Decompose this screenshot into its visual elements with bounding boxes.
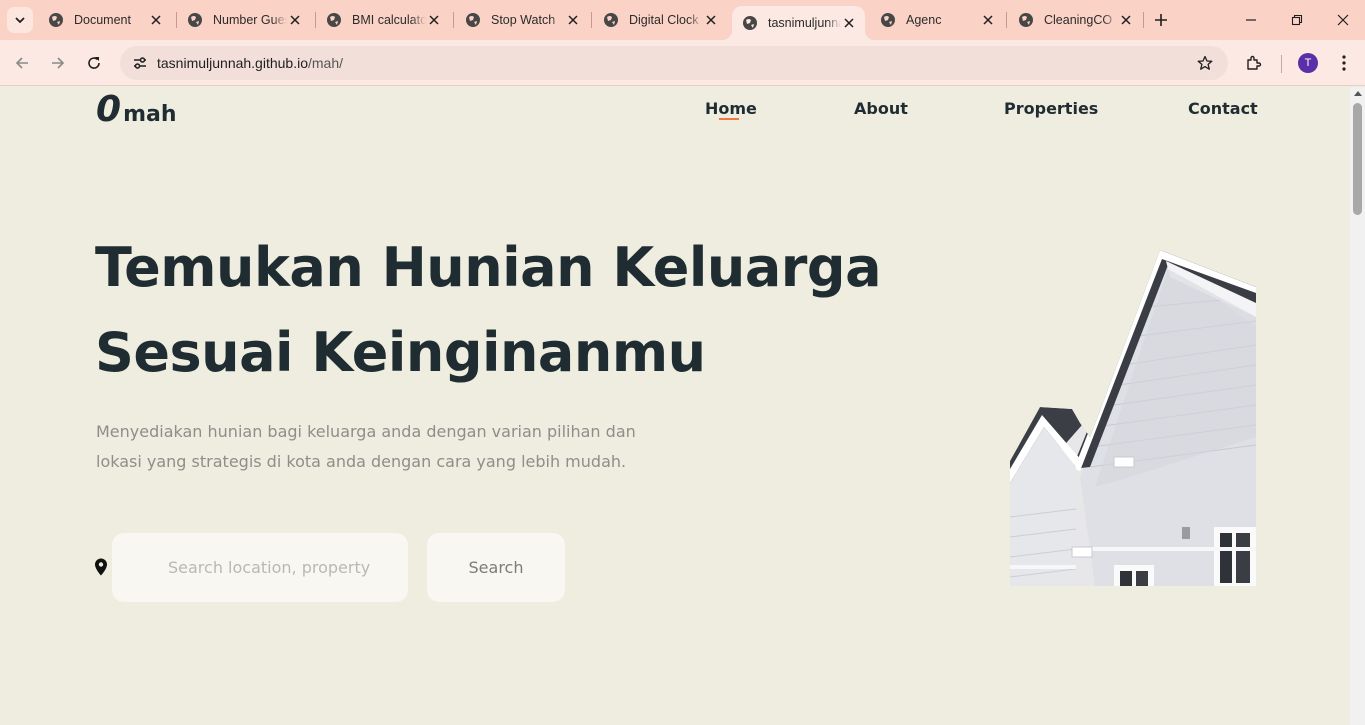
close-icon[interactable] bbox=[426, 12, 442, 28]
close-window-button[interactable] bbox=[1331, 8, 1355, 32]
nav-contact[interactable]: Contact bbox=[1188, 99, 1258, 118]
tab-title: tasnimuljunnah bbox=[768, 16, 841, 30]
forward-button[interactable] bbox=[46, 51, 70, 75]
minimize-button[interactable] bbox=[1239, 8, 1263, 32]
hero-desc-line1: Menyediakan hunian bagi keluarga anda de… bbox=[96, 422, 636, 441]
hero-title: Temukan Hunian Keluarga Sesuai Keinginan… bbox=[95, 225, 955, 395]
tab-title: Document bbox=[74, 13, 131, 27]
search-input[interactable] bbox=[112, 533, 408, 602]
tab-tasnimuljunnah[interactable]: tasnimuljunnah bbox=[722, 6, 875, 40]
tab-title: CleaningCO bbox=[1044, 13, 1113, 27]
browser-menu-button[interactable] bbox=[1332, 51, 1356, 75]
close-icon bbox=[1337, 14, 1349, 26]
house-photo bbox=[1010, 250, 1256, 586]
tab-title: Digital Clock bbox=[629, 13, 699, 27]
logo-mark: 0 bbox=[96, 89, 122, 130]
site-logo[interactable]: 0 mah bbox=[96, 89, 177, 130]
site-settings-icon[interactable] bbox=[128, 51, 152, 75]
globe-icon bbox=[604, 13, 618, 27]
tab-search-button[interactable] bbox=[7, 7, 33, 33]
reload-icon bbox=[88, 57, 100, 69]
toolbar-divider bbox=[1281, 55, 1282, 73]
close-icon[interactable] bbox=[148, 12, 164, 28]
search-button[interactable]: Search bbox=[427, 533, 565, 602]
new-tab-button[interactable] bbox=[1150, 9, 1172, 31]
nav-home[interactable]: Home bbox=[705, 99, 757, 118]
back-icon bbox=[15, 57, 28, 69]
back-button[interactable] bbox=[10, 51, 34, 75]
web-page: 0 mah Home About Properties Contact Temu… bbox=[0, 87, 1350, 725]
minimize-icon bbox=[1246, 19, 1256, 21]
close-icon[interactable] bbox=[980, 12, 996, 28]
extensions-button[interactable] bbox=[1242, 51, 1266, 75]
tab-number-guessing[interactable]: Number Guessing Game bbox=[177, 6, 311, 34]
location-pin-icon bbox=[95, 558, 107, 576]
globe-icon bbox=[327, 13, 341, 27]
globe-icon bbox=[188, 13, 202, 27]
page-scrollbar[interactable] bbox=[1350, 87, 1365, 725]
tab-agenc[interactable]: Agenc bbox=[870, 6, 1004, 34]
extensions-icon bbox=[1247, 55, 1262, 70]
forward-icon bbox=[52, 57, 65, 69]
tab-bmi-calculator[interactable]: BMI calculator bbox=[316, 6, 450, 34]
close-icon[interactable] bbox=[1118, 12, 1134, 28]
hero-description: Menyediakan hunian bagi keluarga anda de… bbox=[96, 417, 656, 477]
globe-icon bbox=[743, 16, 757, 30]
close-icon[interactable] bbox=[565, 12, 581, 28]
tab-divider bbox=[1143, 12, 1144, 28]
tab-cleaningco[interactable]: CleaningCO bbox=[1008, 6, 1142, 34]
bookmark-star-button[interactable] bbox=[1194, 52, 1216, 74]
tab-divider bbox=[1006, 12, 1007, 28]
scrollbar-thumb[interactable] bbox=[1353, 103, 1362, 215]
profile-avatar[interactable]: T bbox=[1298, 53, 1318, 73]
url-text[interactable]: tasnimuljunnah.github.io/mah/ bbox=[157, 55, 343, 71]
url-path: /mah/ bbox=[308, 55, 344, 71]
tab-strip: Document Number Guessing Game BMI calcul… bbox=[0, 0, 1365, 40]
globe-icon bbox=[1019, 13, 1033, 27]
globe-icon bbox=[881, 13, 895, 27]
logo-text: mah bbox=[123, 102, 177, 127]
restore-button[interactable] bbox=[1285, 8, 1309, 32]
globe-icon bbox=[49, 13, 63, 27]
scroll-up-arrow[interactable] bbox=[1354, 91, 1362, 96]
tab-title: BMI calculator bbox=[352, 13, 426, 27]
hero-title-line2: Sesuai Keinginanmu bbox=[95, 321, 706, 384]
reload-button[interactable] bbox=[82, 51, 106, 75]
browser-toolbar: tasnimuljunnah.github.io/mah/ T bbox=[0, 40, 1365, 86]
nav-properties[interactable]: Properties bbox=[1004, 99, 1098, 118]
close-icon[interactable] bbox=[841, 15, 857, 31]
tab-divider bbox=[591, 12, 592, 28]
url-host: tasnimuljunnah.github.io bbox=[157, 55, 308, 71]
tab-digital-clock[interactable]: Digital Clock bbox=[593, 6, 727, 34]
plus-icon bbox=[1155, 14, 1167, 26]
tab-title: Stop Watch bbox=[491, 13, 556, 27]
tab-divider bbox=[453, 12, 454, 28]
restore-icon bbox=[1291, 14, 1303, 26]
address-bar[interactable]: tasnimuljunnah.github.io/mah/ bbox=[120, 46, 1228, 80]
tab-title: Agenc bbox=[906, 13, 942, 27]
tab-title: Number Guessing Game bbox=[213, 13, 287, 27]
nav-about[interactable]: About bbox=[854, 99, 908, 118]
hero-desc-line2: lokasi yang strategis di kota anda denga… bbox=[96, 452, 627, 471]
close-icon[interactable] bbox=[703, 12, 719, 28]
close-icon[interactable] bbox=[287, 12, 303, 28]
tab-stop-watch[interactable]: Stop Watch bbox=[455, 6, 589, 34]
globe-icon bbox=[466, 13, 480, 27]
hero-title-line1: Temukan Hunian Keluarga bbox=[95, 236, 882, 299]
chevron-down-icon bbox=[15, 17, 25, 24]
tab-document[interactable]: Document bbox=[38, 6, 172, 34]
star-icon bbox=[1197, 55, 1213, 70]
kebab-menu-icon bbox=[1342, 55, 1346, 71]
nav-active-indicator bbox=[719, 118, 739, 120]
